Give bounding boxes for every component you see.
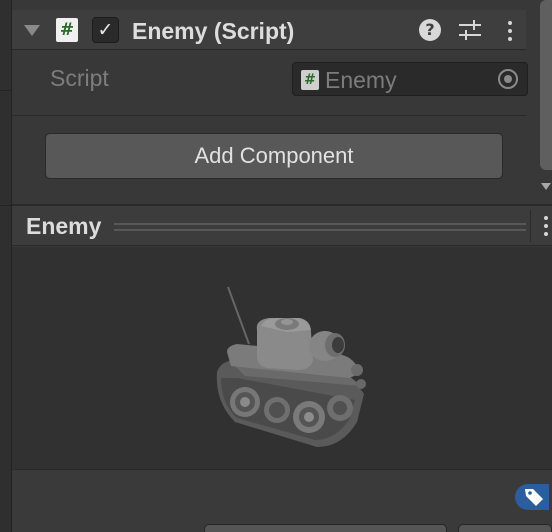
gutter-divider: [0, 90, 11, 91]
footer-button[interactable]: [204, 524, 447, 532]
preview-kebab-menu-icon[interactable]: [542, 214, 550, 238]
preview-header-divider: [530, 210, 531, 242]
preview-header: Enemy: [12, 206, 552, 246]
preview-footer: [12, 469, 552, 532]
component-enabled-checkbox[interactable]: ✓: [92, 17, 119, 43]
scrollbar-thumb[interactable]: [540, 0, 552, 170]
preview-title-rule: [114, 223, 526, 231]
gutter-divider: [0, 205, 11, 206]
script-field-value: Enemy: [325, 67, 397, 93]
object-picker-icon[interactable]: [498, 69, 518, 89]
presets-icon[interactable]: [458, 19, 482, 41]
asset-label-icon[interactable]: [515, 484, 549, 510]
preview-title: Enemy: [26, 213, 102, 239]
model-preview-viewport[interactable]: [12, 247, 552, 469]
foldout-arrow-icon[interactable]: [24, 25, 40, 36]
help-icon[interactable]: ?: [419, 19, 441, 41]
tank-model: [216, 286, 366, 447]
component-header[interactable]: # ✓ Enemy (Script) ?: [12, 10, 526, 50]
footer-button[interactable]: [458, 524, 552, 532]
component-title: Enemy (Script): [132, 18, 295, 44]
csharp-script-icon: #: [301, 70, 319, 90]
script-object-field[interactable]: # Enemy: [292, 62, 528, 96]
inspector-divider: [12, 115, 526, 116]
csharp-script-icon: #: [56, 18, 78, 42]
left-gutter: [0, 0, 12, 532]
scroll-down-arrow-icon[interactable]: [541, 183, 551, 190]
script-field-label: Script: [50, 65, 109, 91]
kebab-menu-icon[interactable]: [506, 19, 514, 43]
add-component-button[interactable]: Add Component: [45, 133, 503, 179]
